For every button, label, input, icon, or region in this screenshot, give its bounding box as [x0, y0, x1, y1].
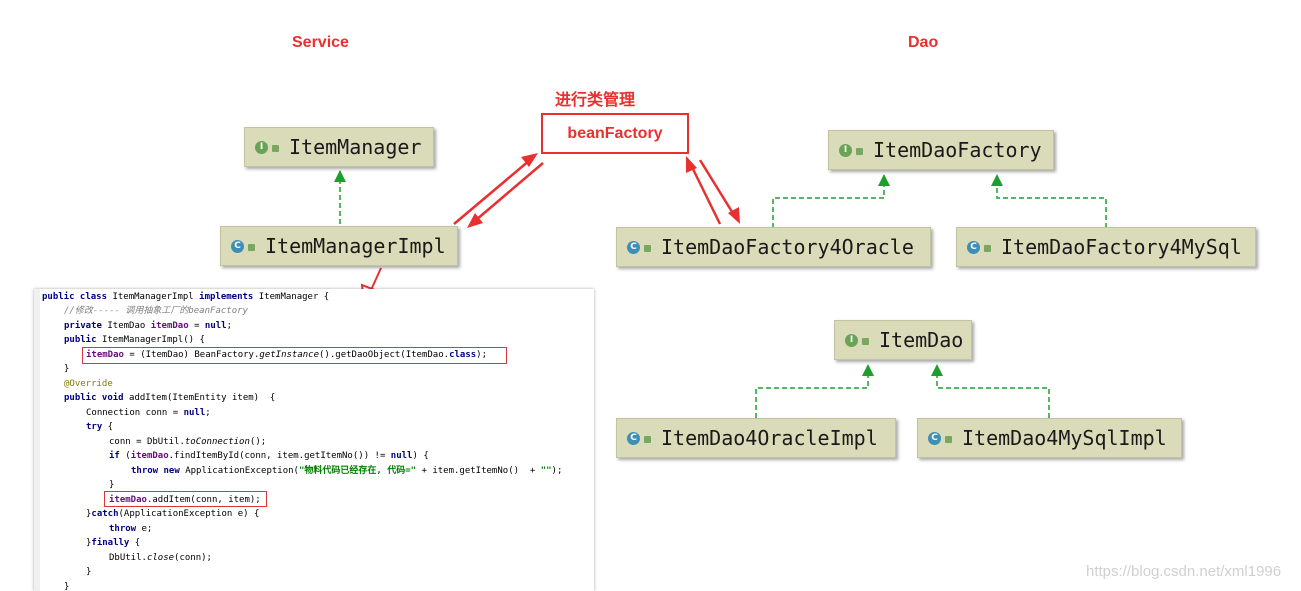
item-dao-oracle-impl-name: ItemDao4OracleImpl: [661, 426, 878, 450]
code-line: conn = DbUtil.toConnection();: [109, 437, 267, 447]
item-dao-mysql-impl-name: ItemDao4MySqlImpl: [962, 426, 1167, 450]
arrowhead-dao-left: [862, 364, 874, 376]
lock-icon: [248, 243, 255, 251]
code-line: }: [64, 582, 70, 591]
class-icon: C: [967, 240, 980, 254]
code-line: itemDao = (ItemDao) BeanFactory.getInsta…: [86, 350, 487, 360]
lock-icon: [945, 435, 952, 443]
lock-icon: [856, 147, 863, 155]
arrow-factory-to-impl: [475, 162, 544, 221]
code-line: }catch(ApplicationException e) {: [86, 509, 260, 519]
code-line: public ItemManagerImpl() {: [64, 335, 205, 345]
code-line: }: [86, 567, 92, 577]
code-line: throw new ApplicationException("物料代码已经存在…: [131, 466, 563, 476]
arrowhead-manager: [334, 170, 346, 182]
item-dao-box: I ItemDao: [834, 320, 972, 360]
item-dao-oracle-impl-box: C ItemDao4OracleImpl: [616, 418, 896, 458]
arrow-impl-to-code: [370, 267, 382, 291]
item-manager-impl-box: C ItemManagerImpl: [220, 226, 458, 266]
item-dao-factory-oracle-name: ItemDaoFactory4Oracle: [661, 235, 914, 259]
code-line: if (itemDao.findItemById(conn, item.getI…: [109, 451, 429, 461]
interface-icon: I: [839, 143, 852, 157]
item-dao-factory-mysql-box: C ItemDaoFactory4MySql: [956, 227, 1256, 267]
arrowhead-factory-right: [991, 174, 1003, 186]
item-manager-name: ItemManager: [289, 135, 422, 159]
code-line: throw e;: [109, 524, 153, 534]
lock-icon: [644, 244, 651, 252]
code-line: }: [64, 364, 70, 374]
code-line: @Override: [64, 379, 113, 389]
code-gutter: [34, 289, 40, 591]
lock-icon: [862, 337, 869, 345]
code-line: public void addItem(ItemEntity item) {: [64, 393, 276, 403]
class-icon: C: [928, 431, 941, 445]
item-dao-factory-oracle-box: C ItemDaoFactory4Oracle: [616, 227, 931, 267]
realization-dao-oracle: [755, 366, 869, 418]
arrow-factory-to-oracle: [698, 159, 736, 216]
code-line: private ItemDao itemDao = null;: [64, 321, 233, 331]
item-dao-name: ItemDao: [879, 328, 964, 352]
code-line: DbUtil.close(conn);: [109, 553, 212, 563]
code-panel: public class ItemManagerImpl implements …: [34, 289, 594, 591]
watermark: https://blog.csdn.net/xml1996: [1086, 563, 1282, 580]
interface-icon: I: [845, 333, 858, 347]
arrow-impl-to-factory: [453, 159, 531, 225]
realization-dao-mysql: [936, 366, 1050, 418]
lock-icon: [272, 144, 279, 152]
code-line: itemDao.addItem(conn, item);: [109, 495, 261, 505]
code-line: try {: [86, 422, 114, 432]
code-line: public class ItemManagerImpl implements …: [42, 292, 330, 302]
class-icon: C: [627, 240, 640, 254]
item-dao-factory-mysql-name: ItemDaoFactory4MySql: [1001, 235, 1242, 259]
code-line: }: [109, 480, 115, 490]
class-icon: C: [231, 239, 244, 253]
arrowhead-dao-right: [931, 364, 943, 376]
code-line: //修改----- 调用抽象工厂的beanFactory: [64, 306, 248, 316]
item-dao-factory-box: I ItemDaoFactory: [828, 130, 1054, 170]
interface-icon: I: [255, 140, 268, 154]
lock-icon: [644, 435, 651, 443]
lock-icon: [984, 244, 991, 252]
item-manager-impl-name: ItemManagerImpl: [265, 234, 446, 258]
realization-factory-oracle: [772, 176, 885, 228]
arrowhead-factory-left: [878, 174, 890, 186]
code-line: Connection conn = null;: [86, 408, 211, 418]
code-line: }finally {: [86, 538, 141, 548]
item-dao-factory-name: ItemDaoFactory: [873, 138, 1042, 162]
item-manager-box: I ItemManager: [244, 127, 434, 167]
class-icon: C: [627, 431, 640, 445]
arrowhead-oracle-to-factory: [686, 156, 697, 173]
item-dao-mysql-impl-box: C ItemDao4MySqlImpl: [917, 418, 1182, 458]
arrow-oracle-to-factory: [689, 164, 722, 225]
realization-factory-mysql: [996, 176, 1107, 228]
